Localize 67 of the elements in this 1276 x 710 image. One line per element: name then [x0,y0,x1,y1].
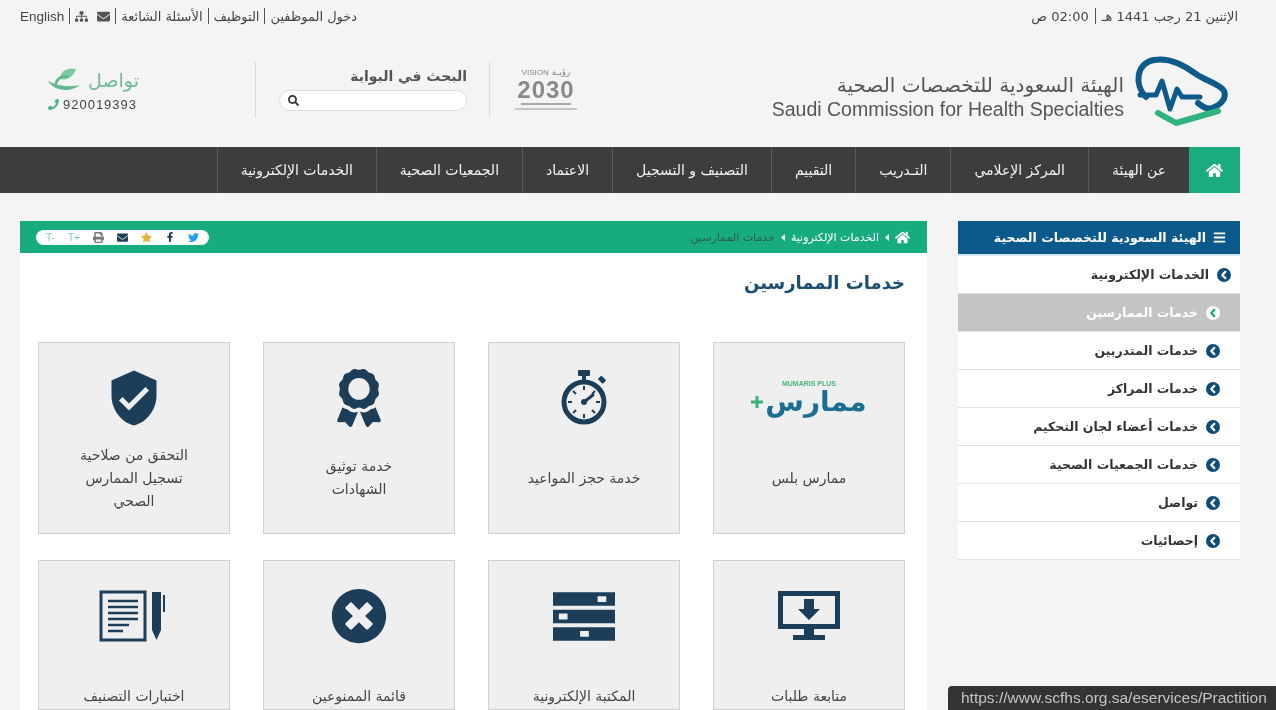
home-icon[interactable] [895,229,910,245]
sidebar-item[interactable]: خدمات أعضاء لجان التحكيم [958,408,1240,446]
facebook-icon[interactable] [164,232,175,242]
twitter-icon[interactable] [187,231,199,243]
chevron-circle-icon [1217,267,1231,282]
nav-item[interactable]: الجمعيات الصحية [375,147,523,193]
print-icon[interactable] [92,231,104,243]
date-text: الإثنين 21 رجب 1441 هـ [1101,8,1238,24]
service-tile[interactable]: التحقق من صلاحية تسجيل الممارس الصحي [38,342,230,534]
phone-icon [47,99,59,110]
chevron-circle-icon [1206,457,1220,472]
page-title: خدمات الممارسين [742,271,905,295]
time-text: 02:00 ص [1031,8,1089,24]
vision-year: 2030 [517,78,575,102]
nav-item[interactable]: التصنيف و التسجيل [612,147,771,193]
vision-label: رؤيـة [551,67,571,77]
caret-icon [780,233,785,241]
search-icon [288,95,299,106]
search-field[interactable] [279,90,467,111]
chevron-circle-icon [1206,419,1220,434]
home-button[interactable] [1189,147,1240,193]
phone-number: 920019393 [62,97,138,112]
chevron-circle-icon [1206,343,1220,358]
language-link[interactable]: English [20,8,65,24]
mail-icon[interactable] [116,231,128,243]
sidebar-item[interactable]: إحصائيات [958,522,1240,560]
home-icon [1206,161,1223,179]
chevron-circle-icon [1206,305,1220,320]
nav-item[interactable]: عن الهيئة [1087,147,1189,193]
nav-item[interactable]: المركز الإعلامي [950,147,1088,193]
search-label: البحث في البوابة [350,68,467,84]
monitor-download-icon [778,591,840,641]
nav-item[interactable]: الخدمات الإلكترونية [216,147,376,193]
drawers-icon [553,591,615,641]
service-tile[interactable]: المكتبة الإلكترونية [488,560,680,710]
organization-name: Saudi Commission for Health Specialties [771,97,1124,120]
service-tile[interactable]: متابعة طلبات [713,560,905,710]
top-link[interactable]: دخول الموظفين [270,8,358,24]
top-link[interactable]: الأسئلة الشائعة [121,8,203,24]
chevron-circle-icon [1206,381,1220,396]
vision-label: VISION [521,67,549,77]
sidebar-item[interactable]: خدمات الجمعيات الصحية [958,446,1240,484]
sitemap-icon[interactable] [75,9,89,23]
top-link[interactable]: التوظيف [213,8,260,24]
caret-icon [885,233,889,241]
sidebar-item[interactable]: خدمات المراكز [958,370,1240,408]
plus-icon [751,395,764,408]
logo-wordmark: ممارس [765,386,867,417]
chevron-circle-icon [1206,533,1220,548]
sidebar-item[interactable]: خدمات المتدربين [958,332,1240,370]
sidebar-item[interactable]: الخدمات الإلكترونية [958,256,1240,294]
nav-item[interactable]: التقييم [770,147,856,193]
chevron-circle-icon [1206,495,1220,510]
status-url: https://www.scfhs.org.sa/eservices/Practition [948,686,1276,710]
star-icon[interactable] [140,231,152,243]
organization-name: الهيئة السعودية للتخصصات الصحية [836,73,1124,97]
nav-item[interactable]: التـدريب [855,147,951,193]
sidebar-item[interactable]: تواصل [958,484,1240,522]
nav-item[interactable]: الاعتماد [522,147,613,193]
logo-tagline-drawing [515,103,577,112]
service-tile[interactable]: خدمة حجز المواعيد [488,342,680,534]
service-tile[interactable]: خدمة توثيق الشهادات [263,342,455,534]
mail-icon[interactable] [97,9,111,23]
sidebar-title: الهيئة السعودية للتخصصات الصحية [993,230,1206,245]
service-tile[interactable]: اختبارات التصنيف [38,560,230,710]
menu-icon [1213,231,1226,244]
service-tile[interactable]: قائمة الممنوعين [263,560,455,710]
